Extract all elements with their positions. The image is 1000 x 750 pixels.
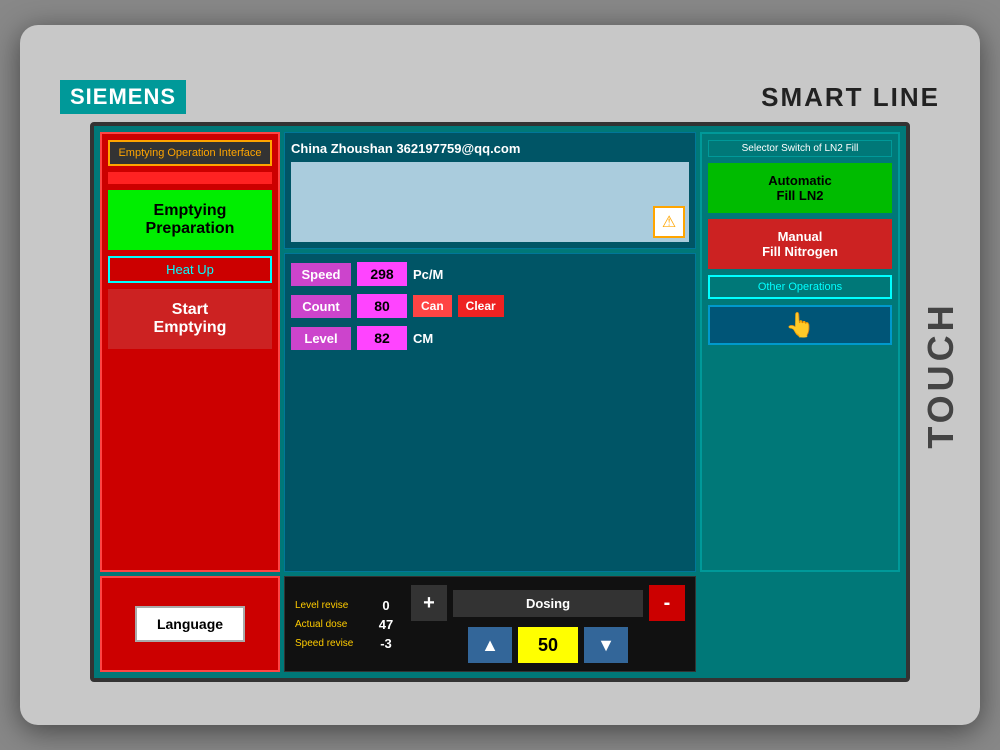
clear-button[interactable]: Clear [458, 295, 504, 317]
level-revise-row: Level revise 0 [295, 598, 401, 613]
dosing-top-row: + Dosing - [411, 585, 685, 621]
speed-value: 298 [357, 262, 407, 286]
dosing-bottom-row: ▲ 50 ▼ [411, 627, 685, 663]
count-value: 80 [357, 294, 407, 318]
actual-dose-label: Actual dose [295, 619, 365, 630]
down-arrow-button[interactable]: ▼ [584, 627, 628, 663]
language-button[interactable]: Language [135, 606, 245, 642]
selector-title: Selector Switch of LN2 Fill [708, 140, 892, 157]
auto-fill-ln2-button[interactable]: Automatic Fill LN2 [708, 163, 892, 213]
can-button[interactable]: Can [413, 295, 452, 317]
red-indicator-bar [108, 172, 272, 184]
other-operations-label: Other Operations [708, 275, 892, 299]
left-panel: Emptying Operation Interface Emptying Pr… [100, 132, 280, 572]
bottom-center-panel: Level revise 0 Actual dose 47 Speed revi… [284, 576, 696, 672]
level-unit: CM [413, 331, 433, 346]
right-panel: Selector Switch of LN2 Fill Automatic Fi… [700, 132, 900, 572]
center-controls: Speed 298 Pc/M Count 80 Can Clear Level … [284, 253, 696, 572]
speed-label: Speed [291, 263, 351, 286]
dosing-button[interactable]: Dosing [453, 590, 643, 617]
center-top: China Zhoushan 362197759@qq.com ⚠ [284, 132, 696, 249]
device-outer: SIEMENS SMART LINE Emptying Operation In… [20, 25, 980, 725]
warning-icon: ⚠ [653, 206, 685, 238]
level-revise-value: 0 [371, 598, 401, 613]
minus-button[interactable]: - [649, 585, 685, 621]
actual-dose-row: Actual dose 47 [295, 617, 401, 632]
smart-line-label: SMART LINE [761, 82, 940, 113]
level-row: Level 82 CM [291, 326, 689, 350]
plus-button[interactable]: + [411, 585, 447, 621]
count-row: Count 80 Can Clear [291, 294, 689, 318]
manual-fill-nitrogen-button[interactable]: Manual Fill Nitrogen [708, 219, 892, 269]
actual-dose-value: 47 [371, 617, 401, 632]
center-info-bar: China Zhoushan 362197759@qq.com [291, 139, 689, 158]
revise-panel: Level revise 0 Actual dose 47 Speed revi… [295, 598, 401, 651]
other-operations-icon[interactable]: 👆 [708, 305, 892, 345]
touch-label: TOUCH [920, 301, 962, 448]
level-revise-label: Level revise [295, 600, 365, 611]
level-label: Level [291, 327, 351, 350]
dosing-controls: + Dosing - ▲ 50 ▼ [411, 585, 685, 663]
bottom-left-panel: Language [100, 576, 280, 672]
emptying-operation-title: Emptying Operation Interface [108, 140, 272, 166]
device-header: SIEMENS SMART LINE [20, 68, 980, 122]
emptying-preparation-button[interactable]: Emptying Preparation [108, 190, 272, 250]
speed-revise-label: Speed revise [295, 638, 365, 649]
level-value: 82 [357, 326, 407, 350]
speed-revise-value: -3 [371, 636, 401, 651]
start-emptying-button[interactable]: Start Emptying [108, 289, 272, 349]
heat-up-box: Heat Up [108, 256, 272, 283]
bottom-right-panel [700, 576, 900, 672]
speed-row: Speed 298 Pc/M [291, 262, 689, 286]
speed-revise-row: Speed revise -3 [295, 636, 401, 651]
hand-icon: 👆 [785, 311, 815, 340]
center-display-area: ⚠ [291, 162, 689, 242]
screen: Emptying Operation Interface Emptying Pr… [90, 122, 910, 682]
count-label: Count [291, 295, 351, 318]
dosing-number: 50 [518, 627, 578, 663]
siemens-logo: SIEMENS [60, 80, 186, 114]
speed-unit: Pc/M [413, 267, 443, 282]
up-arrow-button[interactable]: ▲ [468, 627, 512, 663]
